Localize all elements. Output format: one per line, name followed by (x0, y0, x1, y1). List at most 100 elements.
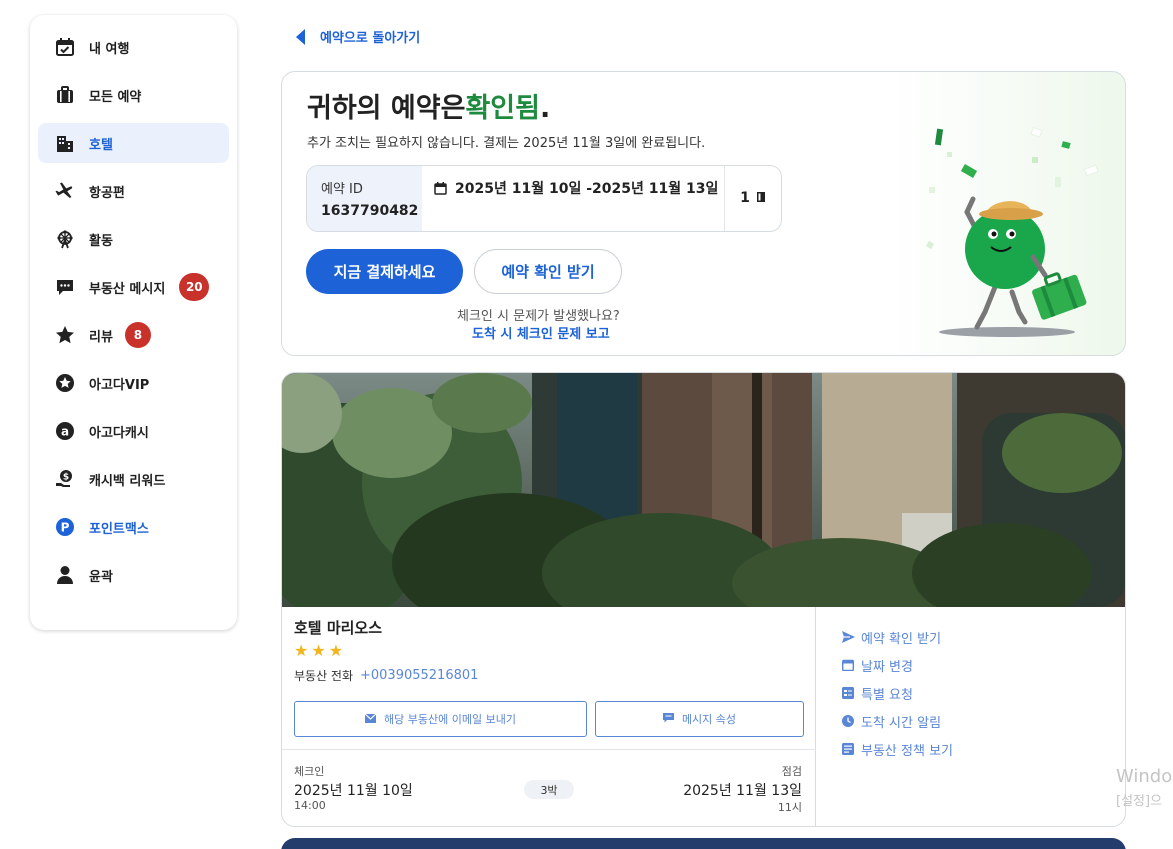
cashback-icon: $ (54, 468, 76, 490)
sidebar-item-pointsmax[interactable]: P 포인트맥스 (38, 507, 229, 547)
clock-icon (841, 714, 855, 728)
sidebar-item-property-messages[interactable]: 부동산 메시지 20 (38, 267, 229, 307)
chat-bubble-icon (662, 712, 674, 726)
sidebar-item-label: 모든 예약 (89, 89, 142, 105)
star-icon: ★ (294, 641, 309, 660)
stay-dates: 2025년 11월 10일 -2025년 11월 13일 (455, 181, 719, 197)
action-label: 도착 시간 알림 (861, 715, 942, 731)
send-icon (841, 630, 855, 644)
booking-actions: 예약 확인 받기 날짜 변경 특별 요청 도착 시간 알림 부동산 정책 보기 (841, 623, 953, 763)
payment-note: 추가 조치는 필요하지 않습니다. 결제는 2025년 11월 3일에 완료됩니… (307, 136, 706, 151)
agoda-cash-icon: a (54, 420, 76, 442)
booking-id-value: 1637790482 (321, 203, 419, 219)
property-policy-action[interactable]: 부동산 정책 보기 (841, 735, 953, 763)
policy-icon (841, 742, 855, 756)
pointsmax-icon: P (54, 516, 76, 538)
sidebar-item-label: 부동산 메시지 (89, 281, 166, 297)
action-label: 예약 확인 받기 (861, 631, 942, 647)
sidebar-item-agoda-vip[interactable]: 아고다VIP (38, 363, 229, 403)
briefcase-icon (54, 84, 76, 106)
hotel-photo (282, 373, 1125, 607)
mascot-illustration (925, 126, 1099, 337)
checkin-label: 체크인 (294, 765, 325, 778)
booking-confirmation-card: 귀하의 예약은확인됨. 추가 조치는 필요하지 않습니다. 결제는 2025년 … (281, 71, 1126, 356)
sidebar-item-label: 포인트맥스 (89, 521, 149, 537)
svg-text:$: $ (63, 473, 69, 483)
sidebar-item-label: 리뷰 (89, 329, 113, 345)
sidebar-item-hotels[interactable]: 호텔 (38, 123, 229, 163)
checkout-date: 2025년 11월 13일 (683, 783, 802, 799)
checkin-problem-question: 체크인 시 문제가 발생했나요? (457, 309, 620, 324)
checkout-time: 11시 (777, 801, 802, 814)
checkin-date: 2025년 11월 10일 (294, 783, 413, 799)
email-property-label: 해당 부동산에 이메일 보내기 (384, 713, 516, 726)
change-dates-action[interactable]: 날짜 변경 (841, 651, 953, 679)
windows-activation-watermark: Windo (1116, 766, 1173, 787)
svg-text:a: a (61, 425, 69, 439)
sidebar-item-activities[interactable]: 활동 (38, 219, 229, 259)
back-to-bookings-link[interactable]: 예약으로 돌아가기 (296, 27, 420, 46)
sidebar-item-label: 아고다VIP (89, 377, 150, 393)
action-label: 날짜 변경 (861, 659, 913, 675)
confirmation-title: 귀하의 예약은확인됨. (307, 93, 551, 124)
star-icon (54, 324, 76, 346)
review-count-badge: 8 (124, 322, 151, 348)
sidebar-item-flights[interactable]: 항공편 (38, 171, 229, 211)
hotel-name: 호텔 마리오스 (294, 619, 383, 637)
airplane-icon (54, 180, 76, 202)
sidebar-item-all-bookings[interactable]: 모든 예약 (38, 75, 229, 115)
calendar-icon (841, 658, 855, 672)
sidebar-item-agoda-cash[interactable]: a 아고다캐시 (38, 411, 229, 451)
booking-id-label: 예약 ID (321, 182, 363, 197)
email-property-button[interactable]: 해당 부동산에 이메일 보내기 (294, 701, 587, 737)
sidebar-item-label: 아고다캐시 (89, 425, 149, 441)
action-label: 부동산 정책 보기 (861, 743, 953, 759)
sidebar-item-profile[interactable]: 윤곽 (38, 555, 229, 595)
calendar-icon (434, 180, 447, 231)
sidebar-item-label: 호텔 (89, 137, 113, 153)
chevron-left-icon (296, 28, 305, 45)
sidebar-item-reviews[interactable]: 리뷰 8 (38, 315, 229, 355)
sidebar-item-label: 내 여행 (89, 41, 130, 57)
room-door-icon (756, 188, 766, 207)
nights-badge: 3박 (524, 780, 574, 799)
star-badge-icon (54, 372, 76, 394)
star-icon: ★ (311, 641, 326, 660)
next-card-header (281, 838, 1126, 849)
ferris-wheel-icon (54, 228, 76, 250)
message-property-button[interactable]: 메시지 속성 (595, 701, 804, 737)
booking-summary: 예약 ID 1637790482 2025년 11월 10일 -2025년 11… (306, 165, 782, 232)
sidebar-item-label: 윤곽 (89, 569, 113, 585)
action-label: 특별 요청 (861, 687, 913, 703)
message-property-label: 메시지 속성 (681, 713, 737, 726)
envelope-icon (364, 713, 377, 726)
property-phone-link[interactable]: +0039055216801 (360, 668, 478, 683)
sidebar-item-label: 항공편 (89, 185, 125, 201)
pay-now-button[interactable]: 지금 결제하세요 (306, 249, 463, 294)
arrival-time-action[interactable]: 도착 시간 알림 (841, 707, 953, 735)
get-confirmation-button[interactable]: 예약 확인 받기 (474, 249, 622, 294)
sidebar-item-label: 캐시백 리워드 (89, 473, 166, 489)
hotel-details: 호텔 마리오스 ★ ★ ★ 부동산 전화 +0039055216801 해당 부… (282, 607, 816, 826)
sidebar-item-my-trips[interactable]: 내 여행 (38, 27, 229, 67)
get-confirmation-action[interactable]: 예약 확인 받기 (841, 623, 953, 651)
person-icon (54, 564, 76, 586)
checklist-icon (841, 686, 855, 700)
star-icon: ★ (328, 641, 344, 660)
calendar-check-icon (54, 36, 76, 58)
room-count: 1 (740, 189, 750, 206)
sidebar-item-label: 활동 (89, 233, 113, 249)
chat-bubble-icon (54, 276, 76, 298)
back-link-label: 예약으로 돌아가기 (320, 31, 421, 46)
svg-text:P: P (61, 521, 70, 535)
stay-dates-cell: 2025년 11월 10일 -2025년 11월 13일 (422, 166, 725, 231)
unread-count-badge: 20 (179, 273, 210, 301)
checkout-label: 점검 (781, 765, 802, 778)
special-request-action[interactable]: 특별 요청 (841, 679, 953, 707)
room-count-cell: 1 (725, 166, 781, 231)
report-checkin-problem-link[interactable]: 도착 시 체크인 문제 보고 (472, 323, 610, 342)
property-phone-label: 부동산 전화 (294, 669, 354, 683)
hotel-star-rating: ★ ★ ★ (294, 641, 346, 660)
checkin-time: 14:00 (294, 799, 326, 812)
sidebar-item-cashback-rewards[interactable]: $ 캐시백 리워드 (38, 459, 229, 499)
